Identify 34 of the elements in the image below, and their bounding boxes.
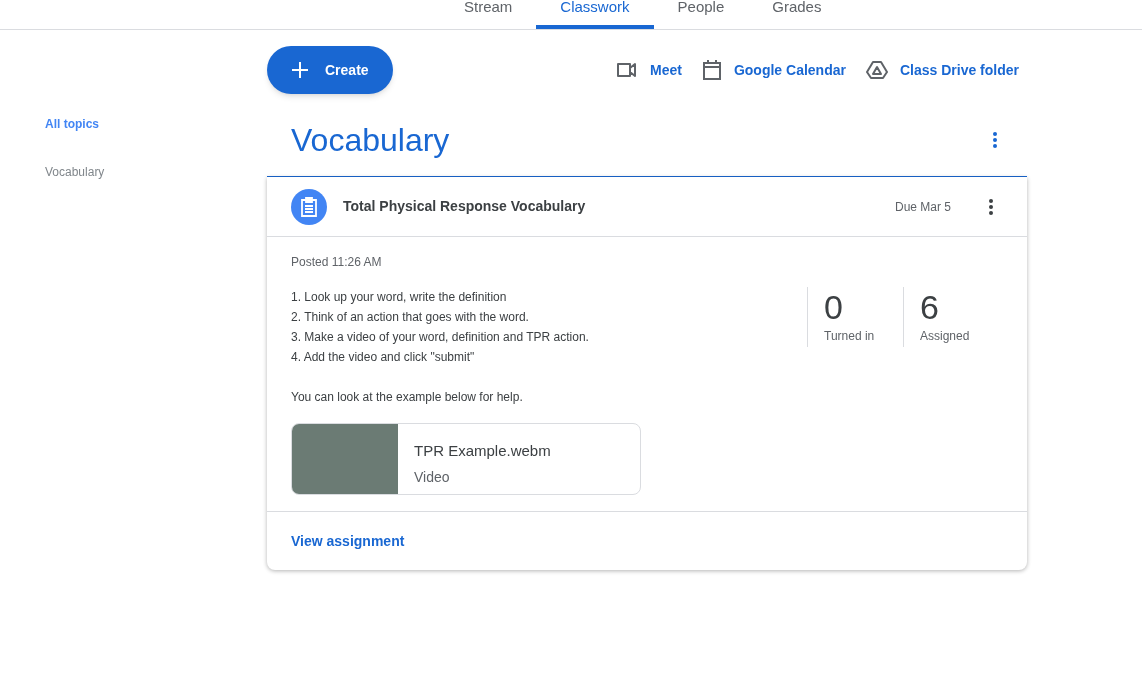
video-camera-icon [616,61,638,79]
tab[interactable]: Stream [440,0,537,29]
stat-count: 0 [824,287,844,327]
stat-count: 6 [920,287,940,327]
posted-time: Posted 11:26 AM [291,254,383,271]
toolbar-link[interactable]: Class Drive folder [899,59,1019,81]
plus-icon [291,61,309,79]
more-vertical-icon [989,198,993,215]
instruction-line: 3. Make a video of your word, definition and TPR action. [291,329,590,346]
topic-title: Vocabulary [291,121,450,160]
attachment-name: TPR Example.webm [414,441,551,461]
topic-link[interactable]: All topics [45,115,267,133]
more-vertical-icon [993,132,997,148]
attachment-type: Video [414,467,451,487]
tab[interactable]: People [653,0,749,29]
toolbar-link[interactable]: Meet [650,59,682,81]
instruction-line: 4. Add the video and click "submit" [291,349,476,366]
topic-link[interactable]: Vocabulary [45,163,267,181]
assignment-icon [291,188,327,225]
stat-label: Assigned [920,328,971,345]
due-date: Due Mar 5 [894,198,951,216]
calendar-icon [701,59,722,81]
assignment-title[interactable]: Total Physical Response Vocabulary [343,196,879,217]
instruction-note: You can look at the example below for help. [291,389,524,406]
tab[interactable]: Classwork [536,0,654,29]
create-button[interactable]: Create [267,46,393,94]
tab[interactable]: Grades [748,0,846,29]
drive-icon [865,60,888,80]
instruction-line: 1. Look up your word, write the definition [291,289,508,306]
view-assignment-link[interactable]: View assignment [291,530,405,552]
attachment-card[interactable]: TPR Example.webm Video [291,423,641,495]
instruction-line: 2. Think of an action that goes with the word. [291,309,530,326]
toolbar-link[interactable]: Google Calendar [733,59,846,81]
stat-label: Turned in [824,328,876,345]
